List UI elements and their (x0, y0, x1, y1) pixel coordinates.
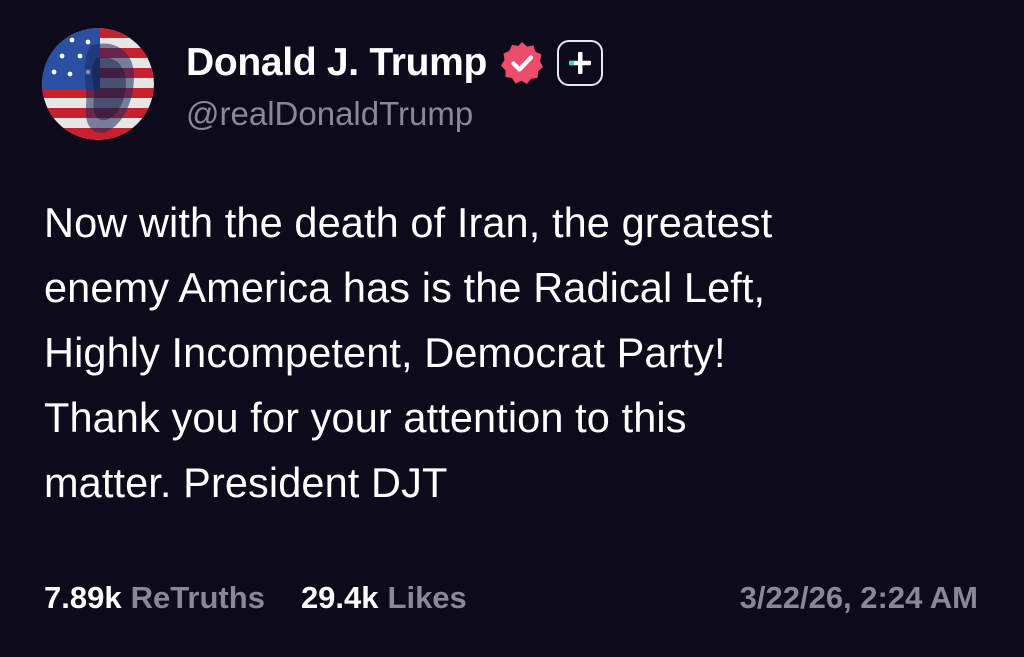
author-handle[interactable]: @realDonaldTrump (186, 95, 603, 133)
post-body-line: Now with the death of Iran, the greatest (44, 199, 773, 246)
retruths-label: ReTruths (130, 580, 265, 615)
avatar[interactable] (42, 28, 154, 140)
plus-icon (569, 52, 592, 74)
author-display-name[interactable]: Donald J. Trump (186, 41, 487, 85)
verified-badge-icon (501, 42, 544, 84)
likes-stat[interactable]: 29.4k Likes (301, 580, 467, 616)
post-body-line: Highly Incompetent, Democrat Party! (44, 329, 726, 376)
post-body-line: Thank you for your attention to this (44, 394, 687, 441)
avatar-image (42, 28, 154, 140)
retruths-count: 7.89k (44, 580, 122, 615)
author-identity: Donald J. Trump @realDonaldTrump (186, 35, 604, 133)
post-body: Now with the death of Iran, the greatest… (44, 190, 984, 515)
truth-post: Donald J. Trump @realDonaldTrump Now wit… (0, 0, 1024, 657)
follow-button[interactable] (557, 40, 604, 86)
name-row: Donald J. Trump (186, 35, 604, 91)
likes-count: 29.4k (300, 580, 379, 615)
likes-label: Likes (387, 580, 467, 615)
post-footer: 7.89k ReTruths 29.4k Likes 3/22/26, 2:24… (44, 580, 978, 616)
post-timestamp[interactable]: 3/22/26, 2:24 AM (740, 580, 978, 616)
retruths-stat[interactable]: 7.89k ReTruths (44, 580, 265, 616)
post-body-line: matter. President DJT (44, 459, 448, 506)
post-body-line: enemy America has is the Radical Left, (44, 264, 766, 311)
post-header: Donald J. Trump @realDonaldTrump (42, 28, 604, 140)
